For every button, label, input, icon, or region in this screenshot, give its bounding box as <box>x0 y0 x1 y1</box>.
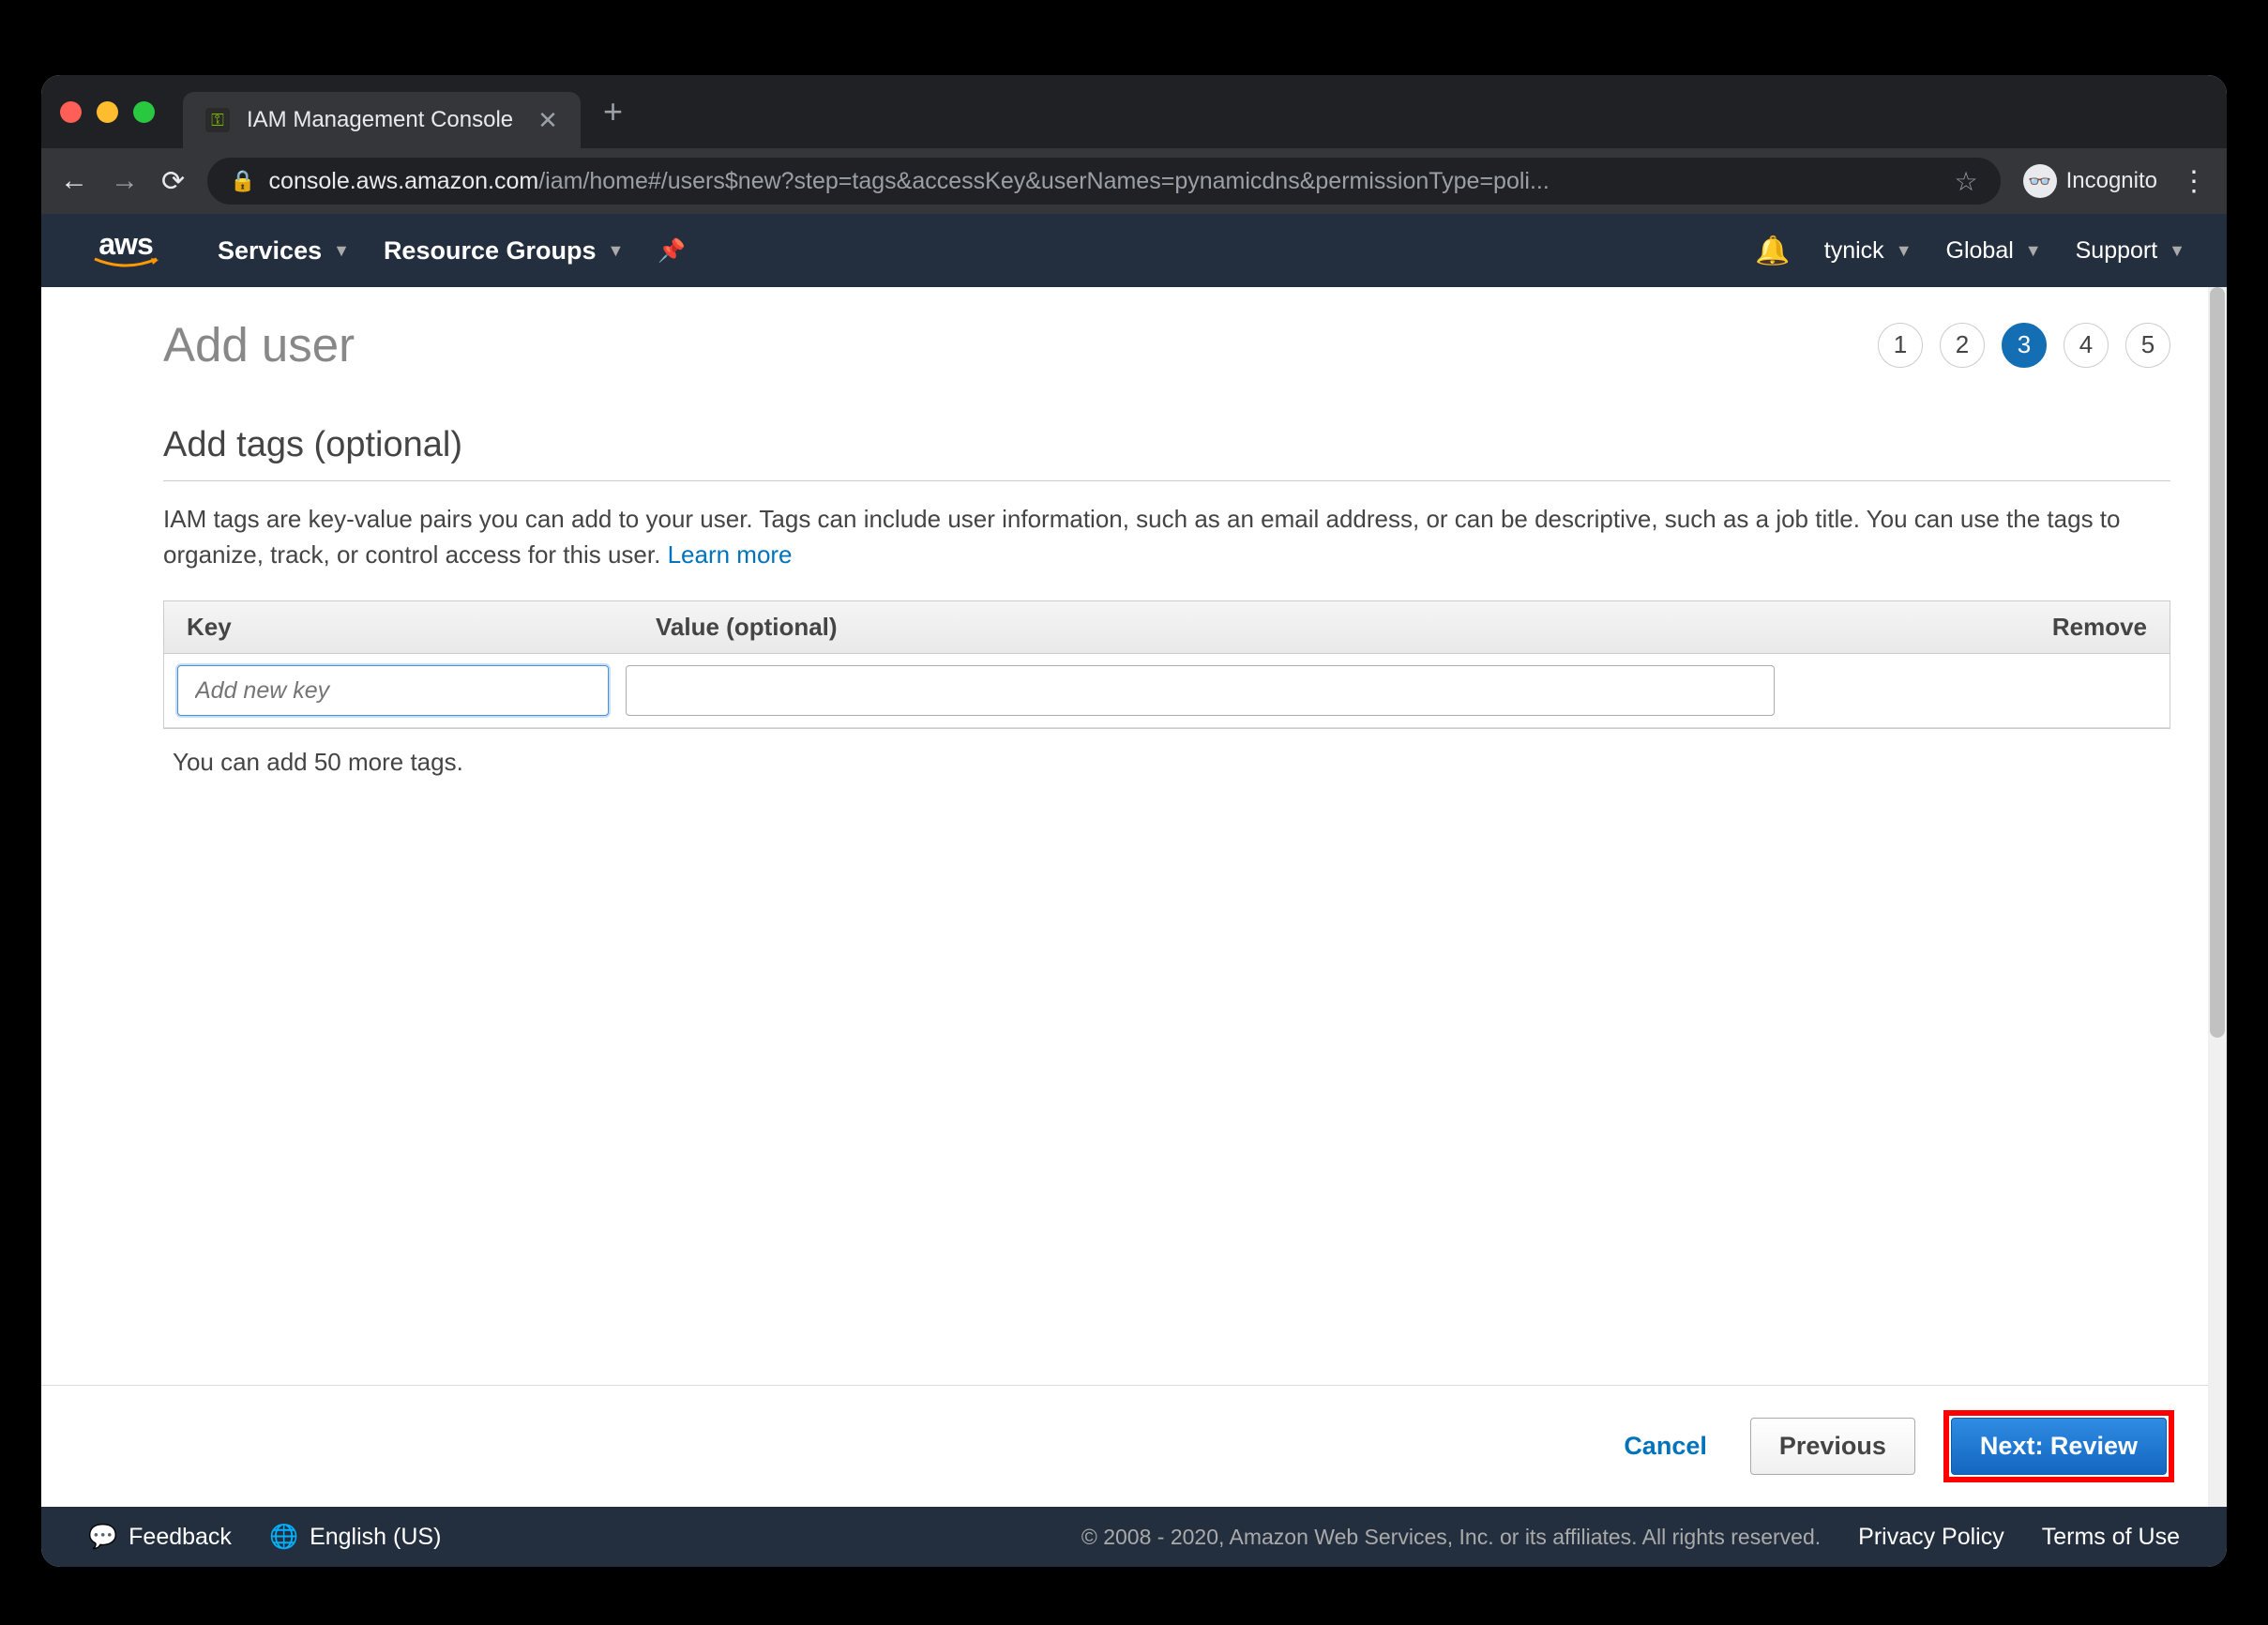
incognito-icon: 👓 <box>2023 164 2057 198</box>
learn-more-link[interactable]: Learn more <box>668 540 793 569</box>
wizard-step-2[interactable]: 2 <box>1940 323 1985 368</box>
incognito-badge: 👓 Incognito <box>2023 164 2157 198</box>
tab-close-button[interactable]: ✕ <box>537 106 558 135</box>
aws-logo[interactable]: aws <box>83 231 169 271</box>
language-selector[interactable]: 🌐 English (US) <box>269 1524 441 1551</box>
url-bar[interactable]: 🔒 console.aws.amazon.com/iam/home#/users… <box>207 158 2000 205</box>
incognito-label: Incognito <box>2066 168 2157 194</box>
chevron-down-icon: ▼ <box>333 241 350 261</box>
aws-navbar: aws Services▼ Resource Groups▼ 📌 🔔 tynic… <box>41 214 2227 287</box>
page-content: Add user 1 2 3 4 5 Add tags (optional) I… <box>41 287 2227 1385</box>
next-review-button[interactable]: Next: Review <box>1951 1418 2167 1475</box>
reload-button[interactable]: ⟳ <box>161 165 185 198</box>
chevron-down-icon: ▼ <box>1896 241 1913 261</box>
tab-title: IAM Management Console <box>247 107 513 133</box>
tag-count-hint: You can add 50 more tags. <box>163 729 2170 796</box>
window-close-button[interactable] <box>60 101 82 123</box>
wizard-step-5[interactable]: 5 <box>2125 323 2170 368</box>
window-maximize-button[interactable] <box>133 101 155 123</box>
wizard-step-1[interactable]: 1 <box>1878 323 1923 368</box>
services-menu[interactable]: Services▼ <box>218 236 350 266</box>
terms-of-use-link[interactable]: Terms of Use <box>2042 1524 2180 1551</box>
feedback-link[interactable]: 💬 Feedback <box>88 1524 232 1551</box>
privacy-policy-link[interactable]: Privacy Policy <box>1858 1524 2004 1551</box>
wizard-step-4[interactable]: 4 <box>2064 323 2109 368</box>
browser-titlebar: ⚿ IAM Management Console ✕ + <box>41 75 2227 148</box>
chevron-down-icon: ▼ <box>608 241 625 261</box>
url-text: console.aws.amazon.com/iam/home#/users$n… <box>269 168 1550 195</box>
page-header: Add user 1 2 3 4 5 <box>163 317 2170 372</box>
wizard-steps: 1 2 3 4 5 <box>1878 323 2170 368</box>
browser-menu-button[interactable]: ⋮ <box>2180 165 2208 198</box>
region-menu[interactable]: Global▼ <box>1946 237 2042 265</box>
browser-window: ⚿ IAM Management Console ✕ + ← → ⟳ 🔒 con… <box>41 75 2227 1567</box>
resource-groups-menu[interactable]: Resource Groups▼ <box>384 236 624 266</box>
support-menu[interactable]: Support▼ <box>2076 237 2185 265</box>
back-button[interactable]: ← <box>60 165 88 197</box>
new-tab-button[interactable]: + <box>603 92 623 131</box>
lock-icon: 🔒 <box>230 169 255 193</box>
traffic-lights <box>60 101 155 123</box>
globe-icon: 🌐 <box>269 1524 298 1551</box>
section-description: IAM tags are key-value pairs you can add… <box>163 502 2170 572</box>
wizard-step-3[interactable]: 3 <box>2002 323 2047 368</box>
section-divider <box>163 480 2170 481</box>
column-header-key: Key <box>187 613 656 642</box>
previous-button[interactable]: Previous <box>1750 1418 1915 1475</box>
aws-footer: 💬 Feedback 🌐 English (US) © 2008 - 2020,… <box>41 1507 2227 1567</box>
button-bar: Cancel Previous Next: Review <box>41 1385 2227 1507</box>
chevron-down-icon: ▼ <box>2025 241 2042 261</box>
column-header-value: Value (optional) <box>656 613 2025 642</box>
tags-table-header: Key Value (optional) Remove <box>164 601 2170 654</box>
tags-table: Key Value (optional) Remove <box>163 600 2170 729</box>
forward-button[interactable]: → <box>111 165 139 197</box>
tab-favicon-icon: ⚿ <box>205 108 230 132</box>
cancel-button[interactable]: Cancel <box>1609 1422 1722 1470</box>
content-wrap: Add user 1 2 3 4 5 Add tags (optional) I… <box>41 287 2227 1507</box>
notifications-bell-icon[interactable]: 🔔 <box>1755 235 1790 267</box>
chevron-down-icon: ▼ <box>2169 241 2185 261</box>
tag-value-input[interactable] <box>626 665 1775 716</box>
tags-table-row <box>164 654 2170 728</box>
page-title: Add user <box>163 317 355 372</box>
next-button-highlight: Next: Review <box>1943 1410 2174 1482</box>
browser-tab[interactable]: ⚿ IAM Management Console ✕ <box>183 92 581 148</box>
aws-smile-icon <box>93 257 159 270</box>
tag-key-input[interactable] <box>177 665 609 716</box>
copyright-text: © 2008 - 2020, Amazon Web Services, Inc.… <box>1081 1525 1821 1550</box>
section-title: Add tags (optional) <box>163 425 2170 473</box>
window-minimize-button[interactable] <box>97 101 118 123</box>
pin-icon[interactable]: 📌 <box>658 237 686 265</box>
account-menu[interactable]: tynick▼ <box>1824 237 1913 265</box>
bookmark-star-icon[interactable]: ☆ <box>1954 166 1977 197</box>
column-header-remove: Remove <box>2025 613 2147 642</box>
browser-toolbar: ← → ⟳ 🔒 console.aws.amazon.com/iam/home#… <box>41 148 2227 214</box>
speech-bubble-icon: 💬 <box>88 1524 117 1551</box>
